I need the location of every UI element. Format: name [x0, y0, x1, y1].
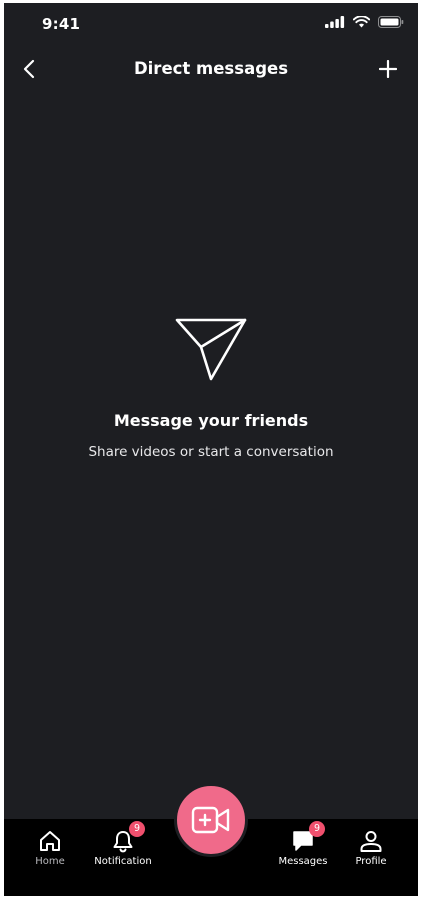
- tab-profile[interactable]: Profile: [331, 827, 411, 867]
- tab-notification-label: Notification: [94, 856, 152, 867]
- status-icons: [325, 16, 404, 28]
- messages-badge: 9: [309, 821, 325, 837]
- wifi-icon: [353, 16, 370, 28]
- empty-state-subtitle: Share videos or start a conversation: [88, 444, 334, 460]
- page-title: Direct messages: [133, 59, 289, 78]
- status-time: 9:41: [42, 15, 81, 33]
- empty-state-title: Message your friends: [113, 411, 309, 430]
- notification-badge: 9: [129, 821, 145, 837]
- empty-state: Message your friends Share videos or sta…: [4, 317, 418, 460]
- profile-icon: [360, 831, 382, 852]
- tab-notification[interactable]: 9 Notification: [83, 821, 163, 867]
- status-bar: 9:41: [4, 3, 418, 43]
- video-plus-icon: [191, 806, 230, 834]
- tab-home-label: Home: [35, 856, 65, 867]
- battery-icon: [378, 16, 404, 28]
- home-icon: [40, 831, 60, 851]
- tab-profile-label: Profile: [355, 856, 387, 867]
- app-screen: 9:41 Direct messages Message your friend…: [4, 3, 418, 896]
- send-icon: [175, 318, 247, 381]
- cellular-signal-icon: [325, 16, 345, 28]
- record-video-button[interactable]: [174, 783, 248, 857]
- new-message-button[interactable]: [374, 55, 402, 83]
- header: Direct messages: [4, 47, 418, 91]
- plus-icon: [379, 60, 397, 78]
- tab-home[interactable]: Home: [10, 827, 90, 867]
